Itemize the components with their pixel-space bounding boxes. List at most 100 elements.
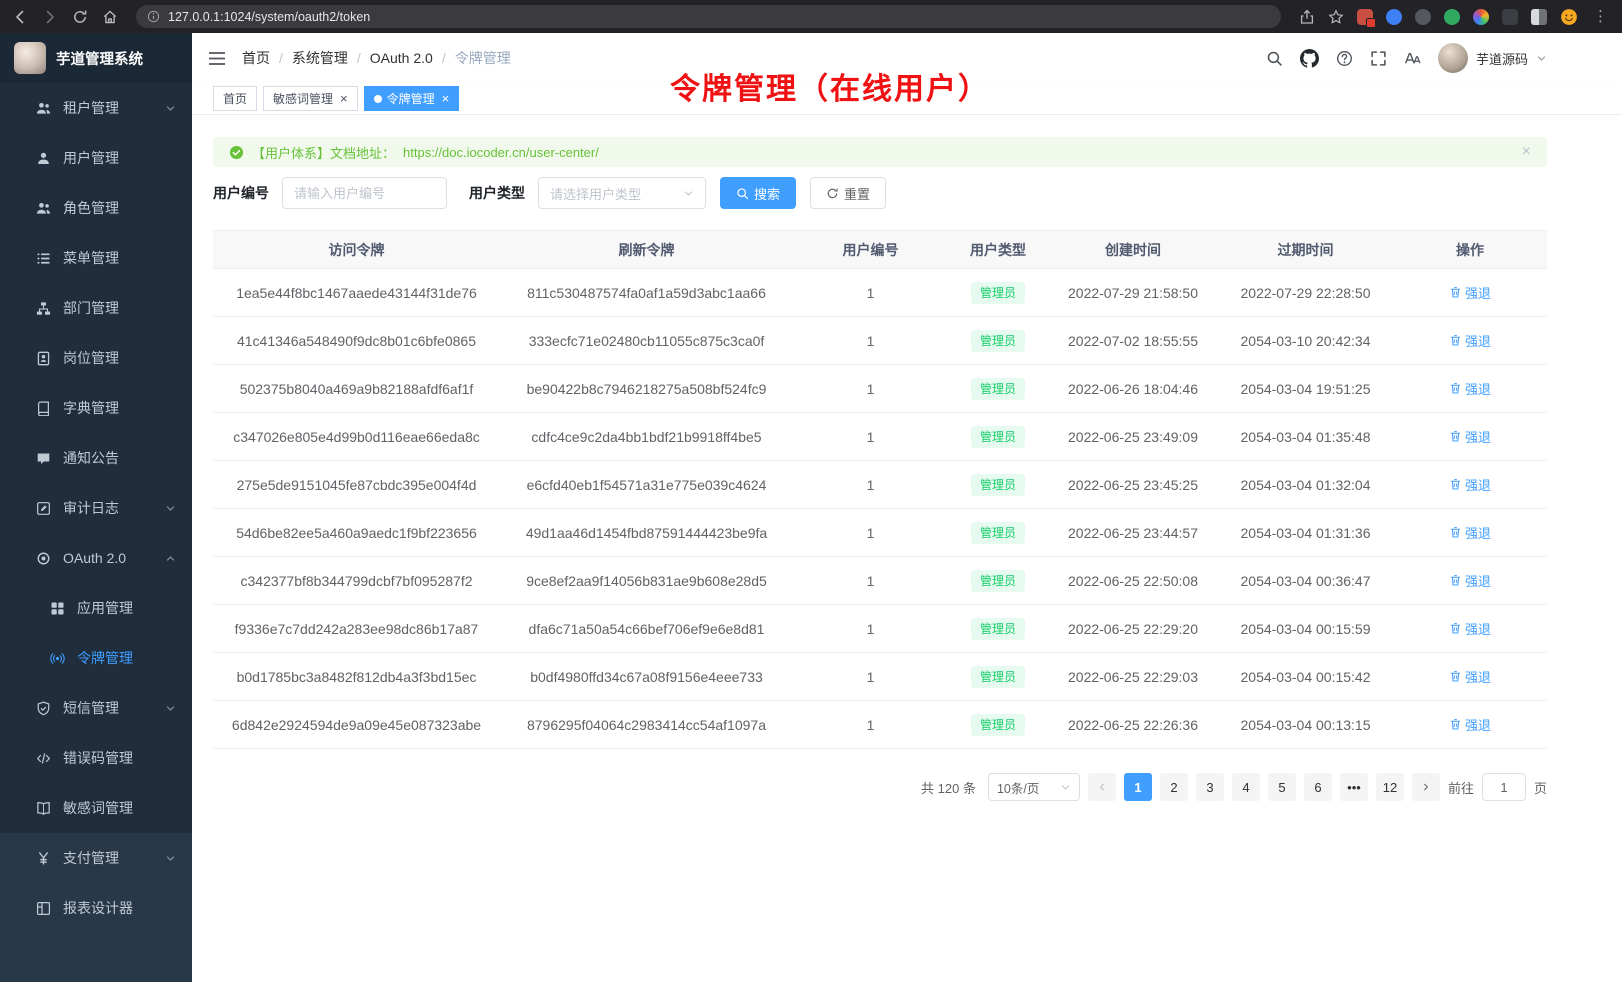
extension-icon[interactable] xyxy=(1531,9,1547,25)
breadcrumb-item[interactable]: OAuth 2.0 xyxy=(370,50,433,66)
reset-button[interactable]: 重置 xyxy=(810,177,886,209)
help-icon[interactable] xyxy=(1336,50,1353,67)
page-button[interactable]: 3 xyxy=(1196,773,1224,801)
table-row: b0d1785bc3a8482f812db4a3f3bd15ecb0df4980… xyxy=(213,653,1547,701)
extension-icon[interactable] xyxy=(1386,9,1402,25)
breadcrumb-separator: / xyxy=(279,50,283,66)
force-logout-label: 强退 xyxy=(1465,619,1491,638)
user-type-badge: 管理员 xyxy=(971,426,1025,448)
extension-icon[interactable] xyxy=(1444,9,1460,25)
sidebar-item-menu[interactable]: 菜单管理 xyxy=(0,233,192,283)
sidebar-item-tenant[interactable]: 租户管理 xyxy=(0,83,192,133)
refresh-token-cell: b0df4980ffd34c67a08f9156e4eee733 xyxy=(500,653,793,701)
search-icon[interactable] xyxy=(1266,50,1283,67)
user-id-input[interactable] xyxy=(282,177,447,209)
sidebar-item-sensitive-word[interactable]: 敏感词管理 xyxy=(0,783,192,833)
sidebar-item-report-designer[interactable]: 报表设计器 xyxy=(0,883,192,933)
force-logout-button[interactable]: 强退 xyxy=(1449,523,1491,542)
force-logout-button[interactable]: 强退 xyxy=(1449,715,1491,734)
page-button[interactable]: 2 xyxy=(1160,773,1188,801)
tab-item[interactable]: 敏感词管理× xyxy=(263,86,358,111)
app-logo[interactable]: 芋道管理系统 xyxy=(0,33,192,83)
font-size-icon[interactable] xyxy=(1404,50,1421,67)
sidebar-item-pay[interactable]: 支付管理 xyxy=(0,833,192,883)
access-token-cell: 54d6be82ee5a460a9aedc1f9bf223656 xyxy=(213,509,500,557)
collapse-sidebar-icon[interactable] xyxy=(208,50,226,67)
sidebar-item-oauth2-application[interactable]: 应用管理 xyxy=(0,583,192,633)
tab-item[interactable]: 首页 xyxy=(213,86,257,111)
user-type-badge: 管理员 xyxy=(971,714,1025,736)
close-icon[interactable]: × xyxy=(340,92,348,105)
column-header: 过期时间 xyxy=(1218,231,1393,269)
browser-forward-icon[interactable] xyxy=(42,9,58,25)
browser-profile-avatar[interactable] xyxy=(1560,8,1578,26)
column-header: 访问令牌 xyxy=(213,231,500,269)
goto-page-input[interactable] xyxy=(1482,773,1526,801)
force-logout-button[interactable]: 强退 xyxy=(1449,619,1491,638)
github-icon[interactable] xyxy=(1300,49,1319,68)
sidebar-item-role[interactable]: 角色管理 xyxy=(0,183,192,233)
force-logout-button[interactable]: 强退 xyxy=(1449,667,1491,686)
force-logout-button[interactable]: 强退 xyxy=(1449,379,1491,398)
doc-alert: 【用户体系】文档地址： https://doc.iocoder.cn/user-… xyxy=(213,137,1547,167)
force-logout-button[interactable]: 强退 xyxy=(1449,283,1491,302)
reset-button-label: 重置 xyxy=(844,184,870,203)
force-logout-button[interactable]: 强退 xyxy=(1449,331,1491,350)
sidebar-item-label: 租户管理 xyxy=(63,98,119,118)
chevron-left-icon xyxy=(1097,782,1107,792)
page-button[interactable]: 1 xyxy=(1124,773,1152,801)
extension-icon[interactable] xyxy=(1502,9,1518,25)
browser-home-icon[interactable] xyxy=(102,9,118,25)
sidebar-item-error-code[interactable]: 错误码管理 xyxy=(0,733,192,783)
sidebar-item-dept[interactable]: 部门管理 xyxy=(0,283,192,333)
tab-item[interactable]: 令牌管理× xyxy=(364,86,460,111)
close-icon[interactable]: × xyxy=(442,92,450,105)
browser-menu-icon[interactable]: ⋮ xyxy=(1591,9,1610,24)
trash-icon xyxy=(1449,286,1462,299)
sidebar-item-oauth2[interactable]: OAuth 2.0 xyxy=(0,533,192,583)
extension-icon[interactable] xyxy=(1357,9,1373,25)
extension-icon[interactable] xyxy=(1415,9,1431,25)
page-button[interactable]: 4 xyxy=(1232,773,1260,801)
page-button[interactable]: 12 xyxy=(1376,773,1404,801)
site-info-icon[interactable] xyxy=(147,10,160,23)
browser-reload-icon[interactable] xyxy=(72,9,88,25)
search-button[interactable]: 搜索 xyxy=(720,177,796,209)
force-logout-button[interactable]: 强退 xyxy=(1449,427,1491,446)
trash-icon xyxy=(1449,478,1462,491)
next-page-button[interactable] xyxy=(1412,773,1440,801)
sidebar-item-post[interactable]: 岗位管理 xyxy=(0,333,192,383)
expire-time-cell: 2054-03-04 01:31:36 xyxy=(1218,509,1393,557)
extension-icon[interactable] xyxy=(1473,9,1489,25)
url-bar[interactable]: 127.0.0.1:1024/system/oauth2/token xyxy=(136,5,1281,28)
page-button[interactable]: 6 xyxy=(1304,773,1332,801)
user-name: 芋道源码 xyxy=(1476,49,1528,68)
access-token-cell: 1ea5e44f8bc1467aaede43144f31de76 xyxy=(213,269,500,317)
prev-page-button[interactable] xyxy=(1088,773,1116,801)
chev-down-icon xyxy=(165,103,176,114)
force-logout-button[interactable]: 强退 xyxy=(1449,571,1491,590)
sidebar-item-audit-log[interactable]: 审计日志 xyxy=(0,483,192,533)
sidebar-item-notice[interactable]: 通知公告 xyxy=(0,433,192,483)
breadcrumb-item[interactable]: 首页 xyxy=(242,48,270,68)
breadcrumb-item[interactable]: 系统管理 xyxy=(292,48,348,68)
close-icon[interactable]: × xyxy=(1522,144,1531,160)
sidebar-item-oauth2-token[interactable]: 令牌管理 xyxy=(0,633,192,683)
browser-back-icon[interactable] xyxy=(12,9,28,25)
sidebar-item-dict[interactable]: 字典管理 xyxy=(0,383,192,433)
user-type-select[interactable]: 请选择用户类型 xyxy=(538,177,706,209)
badge-icon xyxy=(36,351,51,366)
sidebar-item-sms[interactable]: 短信管理 xyxy=(0,683,192,733)
page-button[interactable]: 5 xyxy=(1268,773,1296,801)
chev-down-icon xyxy=(165,503,176,514)
fullscreen-icon[interactable] xyxy=(1370,50,1387,67)
doc-link[interactable]: https://doc.iocoder.cn/user-center/ xyxy=(403,145,599,160)
force-logout-button[interactable]: 强退 xyxy=(1449,475,1491,494)
page-ellipsis[interactable]: ••• xyxy=(1340,773,1368,801)
user-menu[interactable]: 芋道源码 xyxy=(1438,43,1547,73)
page-size-select[interactable]: 10条/页 xyxy=(988,773,1080,801)
share-icon[interactable] xyxy=(1299,9,1315,25)
sidebar-item-user[interactable]: 用户管理 xyxy=(0,133,192,183)
trash-icon xyxy=(1449,382,1462,395)
bookmark-star-icon[interactable] xyxy=(1328,9,1344,25)
